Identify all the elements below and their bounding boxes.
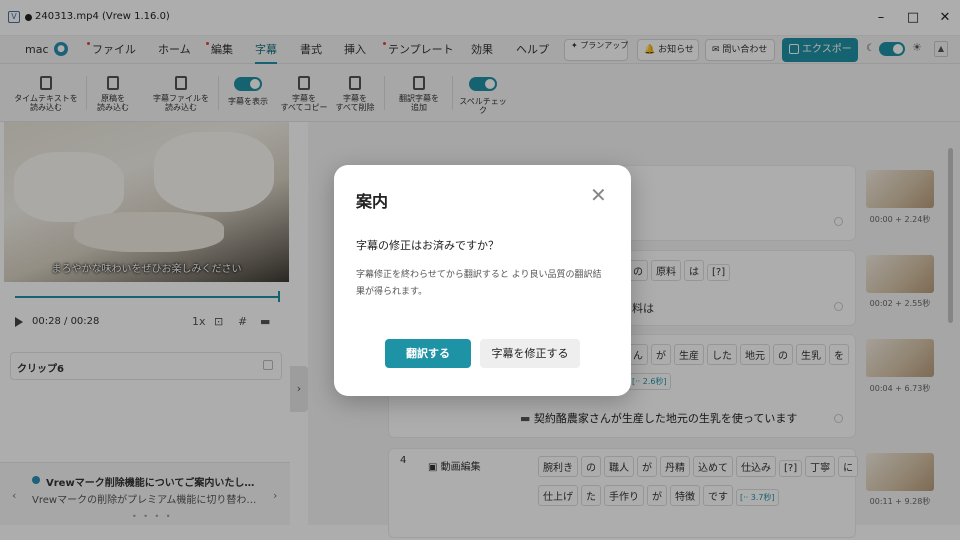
translate-dialog: 案内 ✕ 字幕の修正はお済みですか？ 字幕修正を終わらせてから翻訳すると より良… xyxy=(334,165,631,396)
dialog-question: 字幕の修正はお済みですか？ xyxy=(356,239,499,252)
translate-button[interactable]: 翻訳する xyxy=(385,339,471,368)
close-icon[interactable]: ✕ xyxy=(590,183,607,207)
dialog-description: 字幕修正を終わらせてから翻訳すると より良い品質の翻訳結果が得られます。 xyxy=(356,270,602,297)
fix-subtitles-button[interactable]: 字幕を修正する xyxy=(480,339,580,368)
dialog-title: 案内 xyxy=(356,192,389,211)
